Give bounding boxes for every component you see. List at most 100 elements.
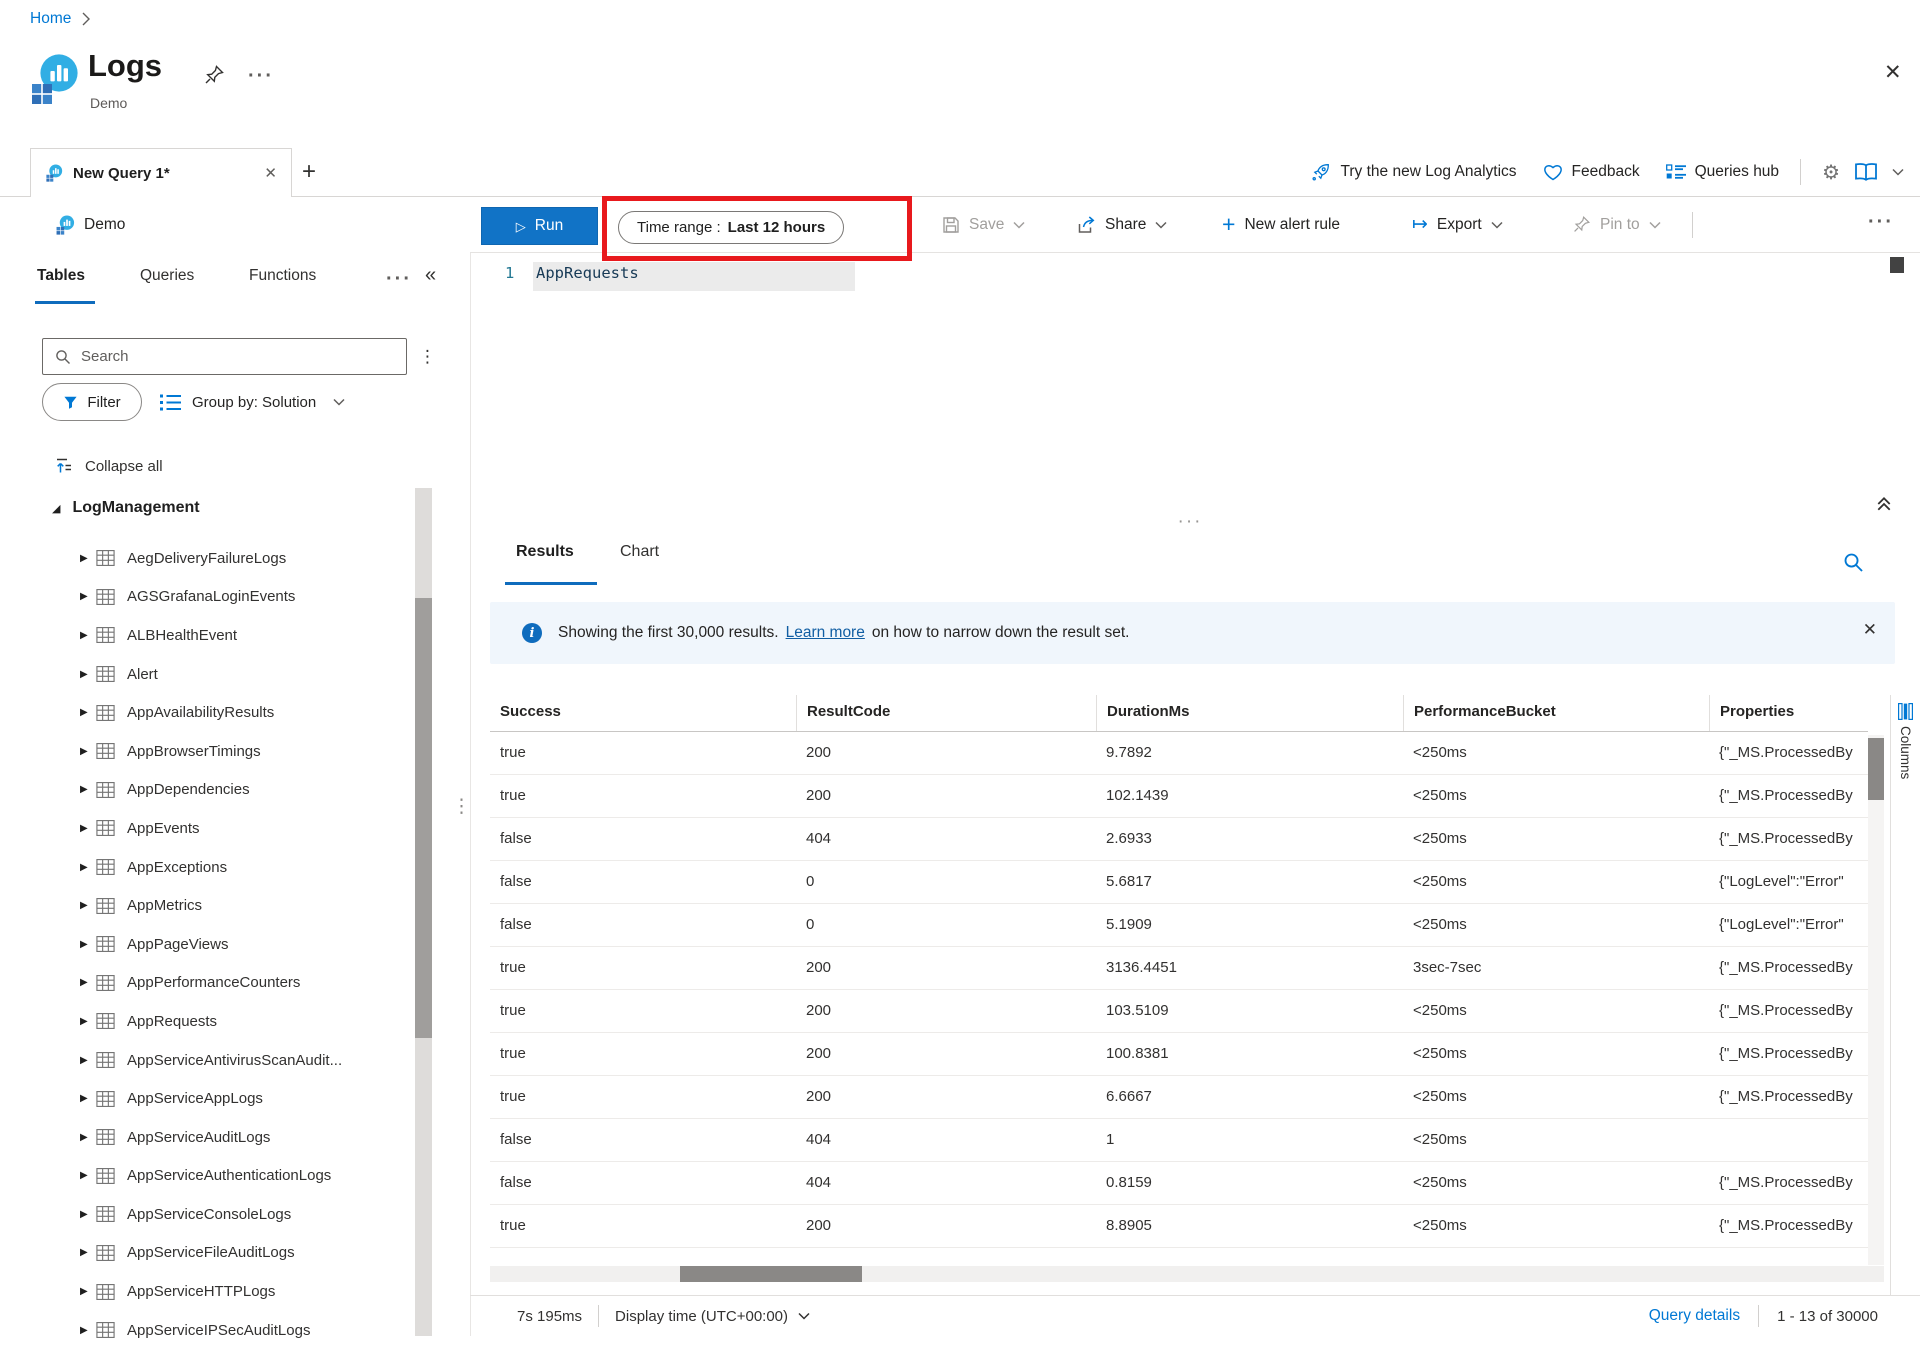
try-new-log-analytics-button[interactable]: Try the new Log Analytics [1311,162,1516,182]
header-more-button[interactable]: ··· [248,66,274,86]
table-row[interactable]: false05.1909<250ms{"LogLevel":"Error" [490,904,1868,947]
expand-arrow-icon[interactable]: ▶ [80,900,96,911]
expand-arrow-icon[interactable]: ▶ [80,1132,96,1143]
table-row[interactable]: false4042.6933<250ms{"_MS.ProcessedBy [490,818,1868,861]
table-row[interactable]: true200102.1439<250ms{"_MS.ProcessedBy [490,775,1868,818]
banner-close-icon[interactable]: ✕ [1863,620,1877,640]
expand-arrow-icon[interactable]: ▶ [80,1286,96,1297]
scope-selector[interactable]: Demo [55,197,125,252]
tab-close-icon[interactable]: ✕ [264,164,277,182]
run-button[interactable]: ▷ Run [481,207,598,245]
tree-item[interactable]: ▶AppDependencies [0,771,412,810]
new-alert-rule-button[interactable]: + New alert rule [1222,197,1340,252]
search-more-button[interactable]: ⋮ [419,348,436,365]
tree-item[interactable]: ▶AppServiceIPSecAuditLogs [0,1311,412,1349]
pane-resize-grip[interactable]: ⋮ [452,795,471,818]
column-header-properties[interactable]: Properties [1709,695,1868,731]
gear-icon[interactable]: ⚙ [1822,160,1840,185]
tree-item[interactable]: ▶AppServiceAuditLogs [0,1118,412,1157]
share-button[interactable]: Share [1076,197,1167,252]
column-header-resultcode[interactable]: ResultCode [796,695,1096,731]
expand-arrow-icon[interactable]: ▶ [80,1209,96,1220]
save-button[interactable]: Save [942,197,1025,252]
filter-button[interactable]: Filter [42,383,142,421]
expand-arrow-icon[interactable]: ▶ [80,1325,96,1336]
tree-item[interactable]: ▶AppServiceAuthenticationLogs [0,1157,412,1196]
tree-item[interactable]: ▶Alert [0,655,412,694]
tab-functions[interactable]: Functions [249,267,316,285]
tab-tables[interactable]: Tables [37,267,85,285]
tree-item[interactable]: ▶AppExceptions [0,848,412,887]
tree-item[interactable]: ▶AppPageViews [0,925,412,964]
expand-arrow-icon[interactable]: ▶ [80,669,96,680]
tree-group-logmanagement[interactable]: ◢ LogManagement [52,499,200,517]
pin-icon[interactable] [203,64,225,86]
results-horizontal-scrollbar[interactable] [490,1266,1884,1282]
expand-arrow-icon[interactable]: ▶ [80,1016,96,1027]
expand-arrow-icon[interactable]: ▶ [80,553,96,564]
sidebar-scrollbar-thumb[interactable] [415,598,432,1038]
tree-item[interactable]: ▶ALBHealthEvent [0,616,412,655]
expand-arrow-icon[interactable]: ▶ [80,823,96,834]
close-icon[interactable]: ✕ [1884,60,1902,85]
feedback-button[interactable]: Feedback [1543,163,1640,181]
editor-scrollbar-thumb[interactable] [1890,257,1904,273]
tree-item[interactable]: ▶AppBrowserTimings [0,732,412,771]
expand-arrow-icon[interactable]: ▶ [80,784,96,795]
table-row[interactable]: true2009.7892<250ms{"_MS.ProcessedBy [490,732,1868,775]
collapse-editor-icon[interactable] [1876,496,1892,512]
table-row[interactable]: true2006.6667<250ms{"_MS.ProcessedBy [490,1076,1868,1119]
tree-item[interactable]: ▶AppServiceConsoleLogs [0,1195,412,1234]
table-row[interactable]: false05.6817<250ms{"LogLevel":"Error" [490,861,1868,904]
tree-item[interactable]: ▶AppRequests [0,1002,412,1041]
expand-arrow-icon[interactable]: ▶ [80,862,96,873]
expand-arrow-icon[interactable]: ▶ [80,939,96,950]
table-row[interactable]: true2003136.44513sec-7sec{"_MS.Processed… [490,947,1868,990]
toolbar-more-button[interactable]: ··· [1868,212,1894,232]
table-row[interactable]: false4040.8159<250ms{"_MS.ProcessedBy [490,1162,1868,1205]
pin-to-button[interactable]: Pin to [1572,197,1661,252]
tree-item[interactable]: ▶AppEvents [0,809,412,848]
results-horizontal-scrollbar-thumb[interactable] [680,1266,862,1282]
expand-arrow-icon[interactable]: ▶ [80,1093,96,1104]
tree-item[interactable]: ▶AppServiceFileAuditLogs [0,1234,412,1273]
search-input[interactable] [81,348,394,365]
tree-item[interactable]: ▶AppAvailabilityResults [0,693,412,732]
tab-queries[interactable]: Queries [140,267,194,285]
results-vertical-scrollbar-thumb[interactable] [1868,738,1884,800]
export-button[interactable]: ↦ Export [1412,197,1503,252]
columns-tool-panel[interactable]: Columns [1890,695,1920,1295]
table-row[interactable]: true200103.5109<250ms{"_MS.ProcessedBy [490,990,1868,1033]
tree-item[interactable]: ▶AppServiceAntivirusScanAudit... [0,1041,412,1080]
expand-arrow-icon[interactable]: ▶ [80,746,96,757]
table-row[interactable]: false4041<250ms [490,1119,1868,1162]
collapse-all-button[interactable]: Collapse all [55,453,163,479]
expand-arrow-icon[interactable]: ▶ [80,1055,96,1066]
query-details-link[interactable]: Query details [1649,1307,1740,1325]
time-range-picker[interactable]: Time range : Last 12 hours [618,211,844,244]
display-time-selector[interactable]: Display time (UTC+00:00) [615,1308,810,1325]
results-search-icon[interactable] [1843,552,1864,573]
tab-results[interactable]: Results [516,543,574,561]
sidebar-scrollbar[interactable] [415,488,432,1336]
query-editor[interactable]: 1 AppRequests [471,253,1920,518]
tree-item[interactable]: ▶AppServiceHTTPLogs [0,1272,412,1311]
expand-arrow-icon[interactable]: ▶ [80,591,96,602]
breadcrumb-home-link[interactable]: Home [30,10,71,28]
column-header-durationms[interactable]: DurationMs [1096,695,1403,731]
tree-item[interactable]: ▶AegDeliveryFailureLogs [0,539,412,578]
expand-arrow-icon[interactable]: ▶ [80,1247,96,1258]
tree-item[interactable]: ▶AppMetrics [0,886,412,925]
queries-hub-button[interactable]: Queries hub [1666,163,1779,181]
results-vertical-scrollbar[interactable] [1868,735,1884,1265]
column-header-performancebucket[interactable]: PerformanceBucket [1403,695,1709,731]
group-by-selector[interactable]: Group by: Solution [160,383,345,421]
side-pane-icon[interactable] [1853,162,1879,182]
tab-chart[interactable]: Chart [620,543,659,561]
expand-arrow-icon[interactable]: ▶ [80,977,96,988]
expand-arrow-icon[interactable]: ▶ [80,1170,96,1181]
expand-arrow-icon[interactable]: ▶ [80,630,96,641]
table-row[interactable]: true2008.8905<250ms{"_MS.ProcessedBy [490,1205,1868,1248]
new-tab-button[interactable]: + [302,158,316,186]
tree-item[interactable]: ▶AGSGrafanaLoginEvents [0,578,412,617]
